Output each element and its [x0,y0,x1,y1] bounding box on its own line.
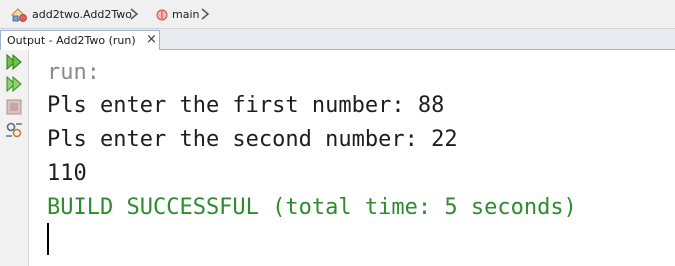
tab-output-add2two[interactable]: Output - Add2Two (run) × [0,30,160,50]
breadcrumb-class-label: add2two.Add2Two [32,8,132,21]
output-tab-strip: Output - Add2Two (run) × [0,29,675,50]
stop-icon[interactable] [5,98,23,116]
breadcrumb-method-label: main [172,8,200,21]
breadcrumb-method[interactable]: main [156,0,199,29]
breadcrumb-class[interactable]: add2two.Add2Two [10,0,132,29]
console-line-prompt-second: Pls enter the second number: 22 [47,127,458,152]
class-icon [11,7,27,22]
text-caret [47,223,49,255]
console-line-build-status: BUILD SUCCESSFUL (total time: 5 seconds) [47,195,577,220]
method-icon [156,9,168,20]
console-line-prompt-first: Pls enter the first number: 88 [47,93,445,118]
output-toolbar [0,50,29,266]
chevron-right-icon [201,8,210,20]
tab-title: Output - Add2Two (run) [7,34,136,47]
rerun-with-options-icon[interactable] [5,75,23,93]
breadcrumb: add2two.Add2Two main [0,0,675,29]
rerun-icon[interactable] [5,53,23,71]
chevron-right-icon [130,8,139,20]
console-output[interactable]: run: Pls enter the first number: 88 Pls … [29,50,675,266]
console-line-result: 110 [47,161,87,186]
console-line-run: run: [47,60,100,85]
close-icon[interactable]: × [146,32,157,48]
settings-icon[interactable] [5,121,23,139]
